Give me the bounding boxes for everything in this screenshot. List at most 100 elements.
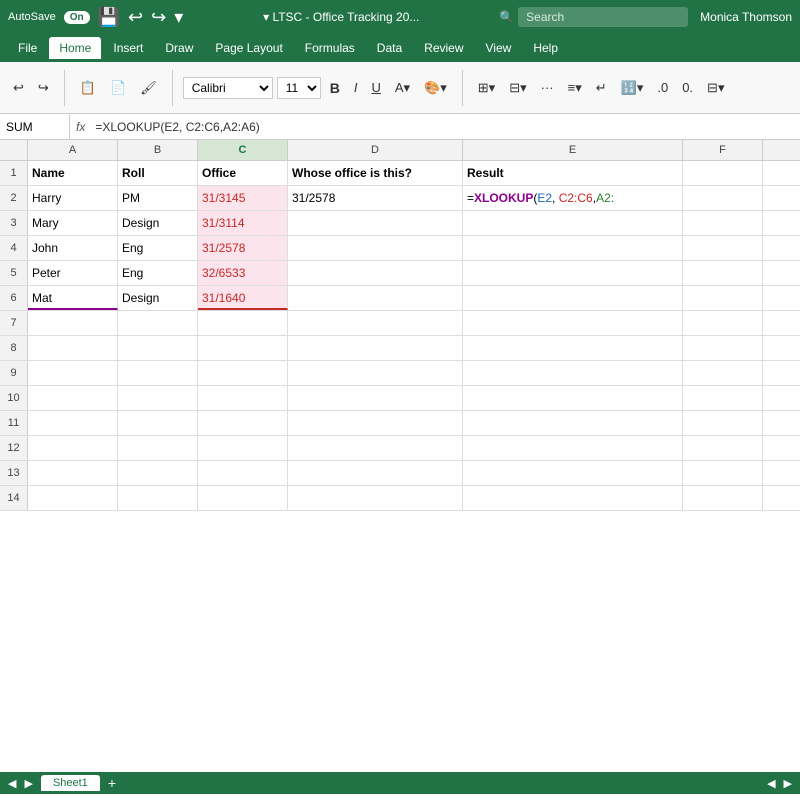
more-button[interactable]: ··· [536, 77, 559, 98]
cell-d5[interactable] [288, 261, 463, 285]
cell-d8[interactable] [288, 336, 463, 360]
cell-c8[interactable] [198, 336, 288, 360]
cell-f5[interactable] [683, 261, 763, 285]
copy-button[interactable]: 📄 [105, 77, 131, 99]
tab-view[interactable]: View [476, 37, 522, 59]
tab-home[interactable]: Home [49, 37, 101, 59]
cell-f3[interactable] [683, 211, 763, 235]
cell-b14[interactable] [118, 486, 198, 510]
wrap-button[interactable]: ↵ [591, 77, 612, 99]
cell-d14[interactable] [288, 486, 463, 510]
cell-b7[interactable] [118, 311, 198, 335]
tab-data[interactable]: Data [367, 37, 412, 59]
cell-d12[interactable] [288, 436, 463, 460]
next-sheet-icon[interactable]: ▶ [24, 777, 32, 790]
cell-a8[interactable] [28, 336, 118, 360]
cell-reference-box[interactable]: SUM [0, 114, 70, 139]
col-header-a[interactable]: A [28, 140, 118, 160]
cell-e1[interactable]: Result [463, 161, 683, 185]
cell-e4[interactable] [463, 236, 683, 260]
font-size-select[interactable]: 11 [277, 77, 321, 99]
fill-color-button[interactable]: 🎨▾ [419, 77, 452, 99]
cell-b13[interactable] [118, 461, 198, 485]
scroll-left-icon[interactable]: ◀ [767, 777, 775, 790]
cell-d9[interactable] [288, 361, 463, 385]
number-format-button[interactable]: 🔢▾ [616, 77, 649, 99]
cell-a6[interactable]: Mat [28, 286, 118, 310]
cell-f2[interactable] [683, 186, 763, 210]
cell-c7[interactable] [198, 311, 288, 335]
col-header-c[interactable]: C [198, 140, 288, 160]
cell-c11[interactable] [198, 411, 288, 435]
italic-button[interactable]: I [349, 77, 363, 98]
font-color-button[interactable]: A▾ [390, 77, 415, 99]
cell-c12[interactable] [198, 436, 288, 460]
tab-file[interactable]: File [8, 37, 47, 59]
cell-d3[interactable] [288, 211, 463, 235]
redo-button[interactable]: ↪ [33, 77, 54, 99]
cell-c3[interactable]: 31/3114 [198, 211, 288, 235]
customize-icon[interactable]: ▾ [174, 7, 183, 28]
cell-d13[interactable] [288, 461, 463, 485]
search-input[interactable] [518, 7, 688, 27]
cell-a10[interactable] [28, 386, 118, 410]
cell-b11[interactable] [118, 411, 198, 435]
cell-b4[interactable]: Eng [118, 236, 198, 260]
decimal-dec-button[interactable]: 0. [677, 77, 698, 98]
cell-c5[interactable]: 32/6533 [198, 261, 288, 285]
font-family-select[interactable]: Calibri [183, 77, 273, 99]
sheet-tab-sheet1[interactable]: Sheet1 [41, 775, 100, 791]
cell-e6[interactable] [463, 286, 683, 310]
cell-c2[interactable]: 31/3145 [198, 186, 288, 210]
paste-button[interactable]: 📋 [75, 77, 101, 99]
redo-icon[interactable]: ↪ [151, 7, 166, 28]
scroll-right-icon[interactable]: ▶ [784, 777, 792, 790]
cell-d1[interactable]: Whose office is this? [288, 161, 463, 185]
cell-b8[interactable] [118, 336, 198, 360]
undo-button[interactable]: ↩ [8, 77, 29, 99]
cell-b12[interactable] [118, 436, 198, 460]
cell-e14[interactable] [463, 486, 683, 510]
col-header-e[interactable]: E [463, 140, 683, 160]
decimal-inc-button[interactable]: .0 [652, 77, 673, 98]
cell-b1[interactable]: Roll [118, 161, 198, 185]
undo-icon[interactable]: ↩ [128, 7, 143, 28]
tab-page-layout[interactable]: Page Layout [205, 37, 292, 59]
col-header-f[interactable]: F [683, 140, 763, 160]
cell-f10[interactable] [683, 386, 763, 410]
cell-a13[interactable] [28, 461, 118, 485]
cell-c13[interactable] [198, 461, 288, 485]
col-header-d[interactable]: D [288, 140, 463, 160]
prev-sheet-icon[interactable]: ◀ [8, 777, 16, 790]
cell-f9[interactable] [683, 361, 763, 385]
cell-b9[interactable] [118, 361, 198, 385]
cell-a5[interactable]: Peter [28, 261, 118, 285]
cell-a14[interactable] [28, 486, 118, 510]
cell-c1[interactable]: Office [198, 161, 288, 185]
cell-d6[interactable] [288, 286, 463, 310]
formula-input[interactable]: =XLOOKUP(E2, C2:C6,A2:A6) [91, 118, 800, 136]
cell-d2[interactable]: 31/2578 [288, 186, 463, 210]
format-painter-button[interactable]: 🖌 [135, 77, 162, 99]
cell-a11[interactable] [28, 411, 118, 435]
cell-c10[interactable] [198, 386, 288, 410]
cell-f13[interactable] [683, 461, 763, 485]
cell-b10[interactable] [118, 386, 198, 410]
autosave-toggle[interactable]: On [64, 11, 90, 24]
cell-c14[interactable] [198, 486, 288, 510]
cell-d4[interactable] [288, 236, 463, 260]
cell-a3[interactable]: Mary [28, 211, 118, 235]
cell-b6[interactable]: Design [118, 286, 198, 310]
cell-f4[interactable] [683, 236, 763, 260]
cell-a4[interactable]: John [28, 236, 118, 260]
add-sheet-button[interactable]: + [108, 775, 116, 791]
cell-a1[interactable]: Name [28, 161, 118, 185]
cell-a9[interactable] [28, 361, 118, 385]
cell-e11[interactable] [463, 411, 683, 435]
table-format-button[interactable]: ⊟▾ [702, 77, 729, 99]
bold-button[interactable]: B [325, 77, 345, 99]
cell-e13[interactable] [463, 461, 683, 485]
cell-f12[interactable] [683, 436, 763, 460]
borders-button[interactable]: ⊞▾ [473, 77, 500, 99]
cell-e8[interactable] [463, 336, 683, 360]
